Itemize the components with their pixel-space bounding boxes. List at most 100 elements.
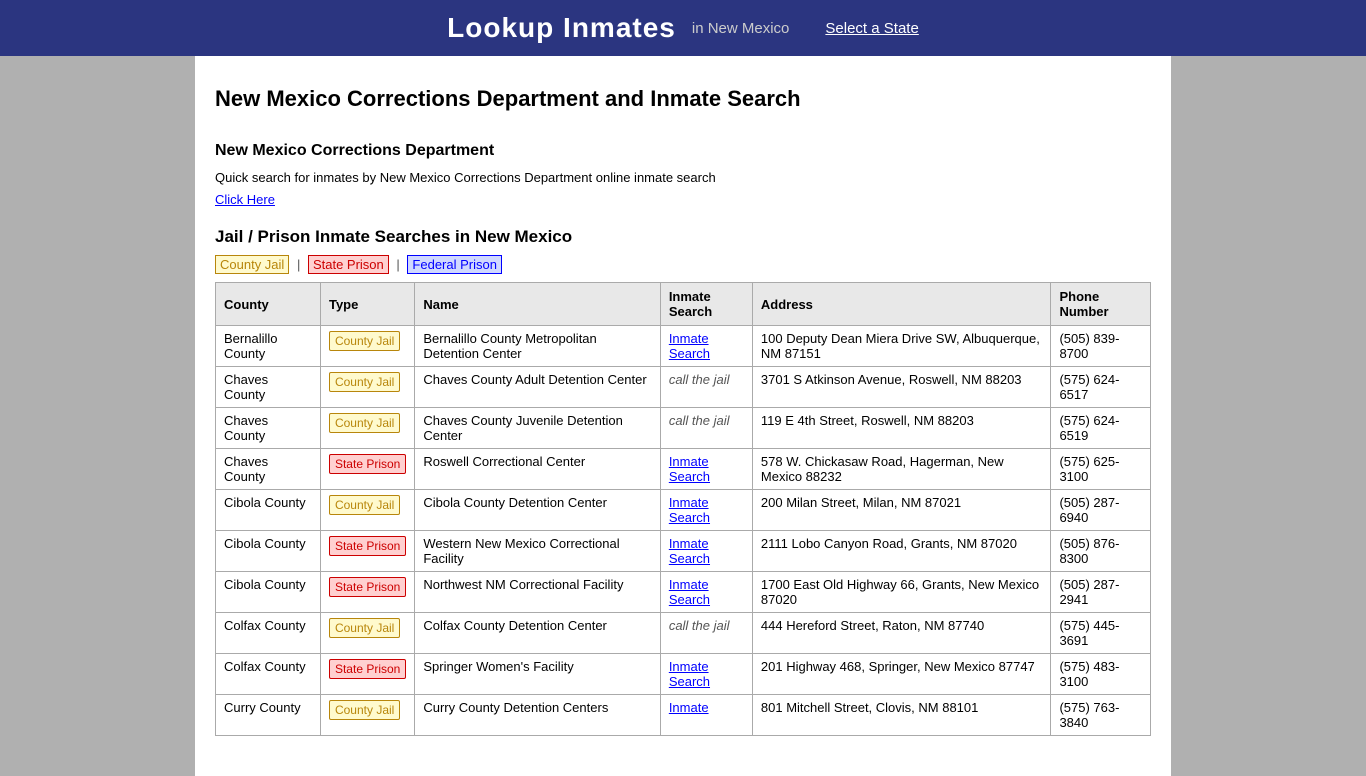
cell-phone: (505) 287-6940 [1051, 490, 1151, 531]
cell-facility-name: Cibola County Detention Center [415, 490, 660, 531]
cell-type: County Jail [320, 326, 414, 367]
dept-section-title: New Mexico Corrections Department [215, 142, 1151, 160]
cell-phone: (575) 763-3840 [1051, 695, 1151, 736]
type-badge: State Prison [329, 536, 406, 556]
table-row: Bernalillo County County Jail Bernalillo C… [216, 326, 1151, 367]
table-body: Bernalillo County County Jail Bernalillo C… [216, 326, 1151, 736]
cell-address: 119 E 4th Street, Roswell, NM 88203 [752, 408, 1051, 449]
cell-facility-name: Western New Mexico Correctional Facility [415, 531, 660, 572]
table-row: Colfax County State Prison Springer Women'… [216, 654, 1151, 695]
table-row: Cibola CountyState PrisonWestern New Mex… [216, 531, 1151, 572]
cell-facility-name: Colfax County Detention Center [415, 613, 660, 654]
header-subtitle: in New Mexico [692, 20, 790, 37]
legend-county-jail[interactable]: County Jail [215, 255, 289, 274]
cell-inmate-search[interactable]: Inmate Search [660, 654, 752, 695]
cell-county: Chaves County [216, 367, 321, 408]
cell-county: Bernalillo County [216, 326, 321, 367]
legend-federal-prison[interactable]: Federal Prison [407, 255, 502, 274]
cell-address: 2111 Lobo Canyon Road, Grants, NM 87020 [752, 531, 1051, 572]
cell-phone: (575) 624-6519 [1051, 408, 1151, 449]
type-badge: County Jail [329, 413, 400, 433]
cell-phone: (575) 625-3100 [1051, 449, 1151, 490]
cell-type: County Jail [320, 695, 414, 736]
cell-address: 201 Highway 468, Springer, New Mexico 87… [752, 654, 1051, 695]
cell-county: Cibola County [216, 572, 321, 613]
cell-phone: (505) 287-2941 [1051, 572, 1151, 613]
cell-inmate-search[interactable]: Inmate Search [660, 326, 752, 367]
col-address: Address [752, 283, 1051, 326]
cell-county: Curry County [216, 695, 321, 736]
col-type: Type [320, 283, 414, 326]
cell-facility-name: Chaves County Adult Detention Center [415, 367, 660, 408]
cell-inmate-search[interactable]: Inmate Search [660, 449, 752, 490]
table-row: Chaves County State Prison Roswell Correct… [216, 449, 1151, 490]
cell-facility-name: Northwest NM Correctional Facility [415, 572, 660, 613]
cell-address: 801 Mitchell Street, Clovis, NM 88101 [752, 695, 1051, 736]
table-row: Cibola County County Jail Cibola County De… [216, 490, 1151, 531]
inmates-table: County Type Name InmateSearch Address Ph… [215, 282, 1151, 736]
type-badge: County Jail [329, 331, 400, 351]
inmate-search-link[interactable]: Inmate Search [669, 454, 710, 484]
cell-inmate-search[interactable]: Inmate Search [660, 572, 752, 613]
cell-inmate-search[interactable]: Inmate [660, 695, 752, 736]
type-badge: County Jail [329, 618, 400, 638]
cell-type: County Jail [320, 367, 414, 408]
cell-facility-name: Chaves County Juvenile Detention Center [415, 408, 660, 449]
cell-address: 100 Deputy Dean Miera Drive SW, Albuquer… [752, 326, 1051, 367]
col-name: Name [415, 283, 660, 326]
click-here-link[interactable]: Click Here [215, 192, 275, 207]
type-badge: State Prison [329, 577, 406, 597]
header: Lookup Inmates in New Mexico Select a St… [0, 0, 1366, 56]
cell-type: State Prison [320, 449, 414, 490]
legend-sep-1: | [297, 257, 300, 272]
cell-facility-name: Bernalillo County Metropolitan Detention… [415, 326, 660, 367]
cell-address: 1700 East Old Highway 66, Grants, New Me… [752, 572, 1051, 613]
col-phone: Phone Number [1051, 283, 1151, 326]
type-badge: State Prison [329, 454, 406, 474]
legend-sep-2: | [396, 257, 399, 272]
cell-inmate-search: call the jail [660, 367, 752, 408]
cell-type: State Prison [320, 572, 414, 613]
table-row: Chaves CountyCounty JailChaves County Ju… [216, 408, 1151, 449]
site-title: Lookup Inmates [447, 12, 676, 44]
table-row: Curry CountyCounty JailCurry County Dete… [216, 695, 1151, 736]
cell-county: Colfax County [216, 613, 321, 654]
legend: County Jail | State Prison | Federal Pri… [215, 257, 1151, 272]
table-row: Colfax County County Jail Colfax County De… [216, 613, 1151, 654]
main-content: New Mexico Corrections Department and In… [195, 56, 1171, 776]
inmate-search-link[interactable]: Inmate Search [669, 659, 710, 689]
page-title: New Mexico Corrections Department and In… [215, 86, 1151, 112]
col-county: County [216, 283, 321, 326]
cell-county: Chaves County [216, 449, 321, 490]
table-row: Chaves County County Jail Chaves County Ad… [216, 367, 1151, 408]
inmate-search-link[interactable]: Inmate Search [669, 331, 710, 361]
cell-inmate-search[interactable]: Inmate Search [660, 531, 752, 572]
type-badge: County Jail [329, 372, 400, 392]
cell-type: State Prison [320, 531, 414, 572]
cell-type: State Prison [320, 654, 414, 695]
cell-type: County Jail [320, 613, 414, 654]
legend-state-prison[interactable]: State Prison [308, 255, 389, 274]
cell-inmate-search[interactable]: Inmate Search [660, 490, 752, 531]
cell-facility-name: Springer Women's Facility [415, 654, 660, 695]
select-state-link[interactable]: Select a State [825, 20, 918, 37]
cell-county: Colfax County [216, 654, 321, 695]
cell-phone: (575) 483-3100 [1051, 654, 1151, 695]
col-inmate-search: InmateSearch [660, 283, 752, 326]
type-badge: County Jail [329, 700, 400, 720]
cell-address: 3701 S Atkinson Avenue, Roswell, NM 8820… [752, 367, 1051, 408]
inmate-search-link[interactable]: Inmate Search [669, 495, 710, 525]
inmate-search-link[interactable]: Inmate Search [669, 577, 710, 607]
inmate-search-link[interactable]: Inmate Search [669, 536, 710, 566]
inmate-search-link[interactable]: Inmate [669, 700, 709, 715]
cell-address: 578 W. Chickasaw Road, Hagerman, New Mex… [752, 449, 1051, 490]
cell-address: 200 Milan Street, Milan, NM 87021 [752, 490, 1051, 531]
cell-phone: (505) 876-8300 [1051, 531, 1151, 572]
jail-section-title: Jail / Prison Inmate Searches in New Mex… [215, 227, 1151, 247]
cell-facility-name: Roswell Correctional Center [415, 449, 660, 490]
cell-type: County Jail [320, 408, 414, 449]
cell-county: Cibola County [216, 490, 321, 531]
cell-type: County Jail [320, 490, 414, 531]
type-badge: State Prison [329, 659, 406, 679]
type-badge: County Jail [329, 495, 400, 515]
